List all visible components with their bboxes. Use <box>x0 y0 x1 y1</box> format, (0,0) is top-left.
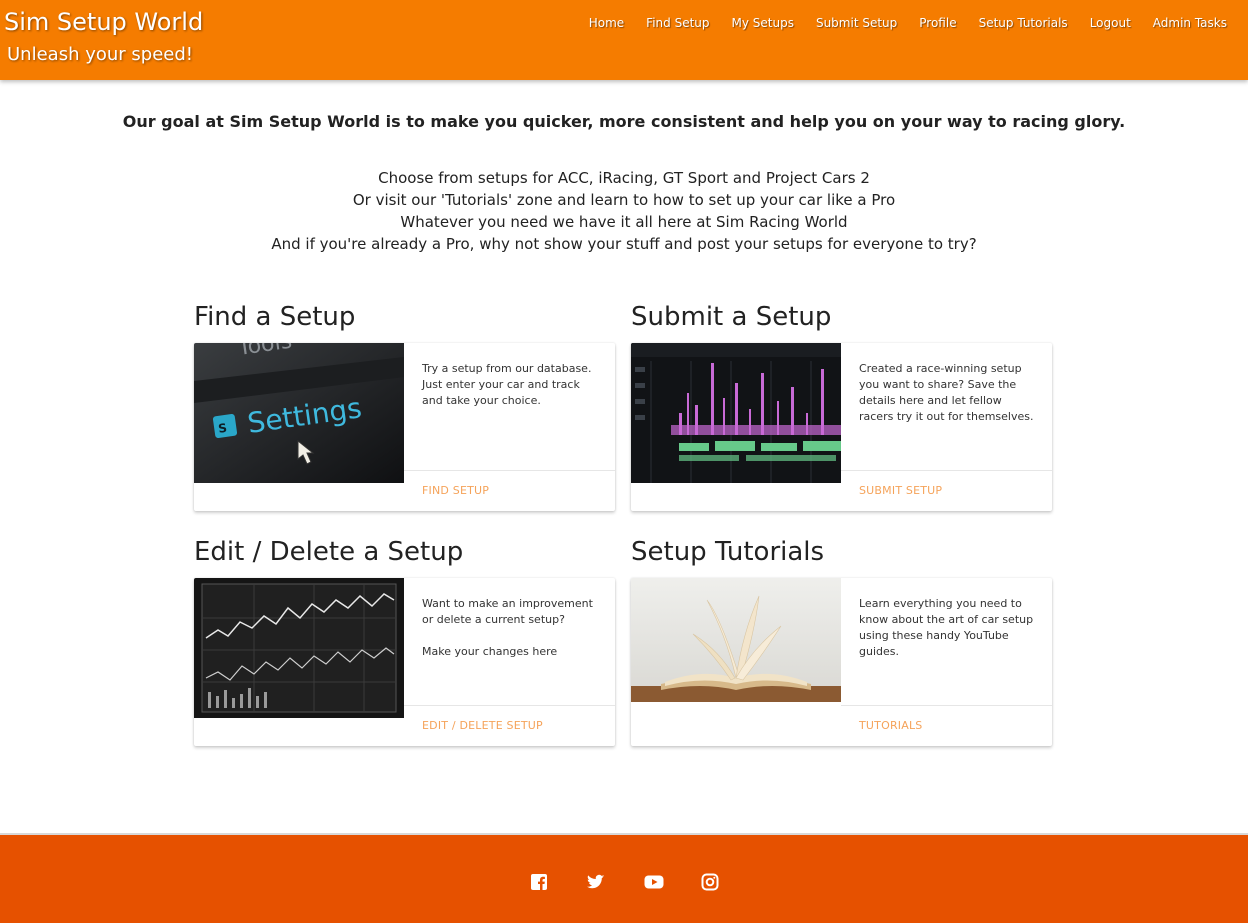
submit-setup-heading: Submit a Setup <box>631 302 832 332</box>
nav-admin-tasks[interactable]: Admin Tasks <box>1142 16 1238 30</box>
edit-delete-setup-link[interactable]: Edit / Delete Setup <box>422 719 543 732</box>
nav-profile[interactable]: Profile <box>908 16 967 30</box>
edit-delete-setup-card: Want to make an improvement or delete a … <box>194 578 615 746</box>
nav-submit-setup[interactable]: Submit Setup <box>805 16 908 30</box>
submit-setup-link[interactable]: Submit Setup <box>859 484 942 497</box>
facebook-icon[interactable] <box>530 873 548 891</box>
intro-line: And if you're already a Pro, why not sho… <box>271 235 977 253</box>
main-nav: Home Find Setup My Setups Submit Setup P… <box>578 16 1238 30</box>
find-setup-heading: Find a Setup <box>194 302 356 332</box>
instagram-icon[interactable] <box>701 873 719 891</box>
setup-tutorials-heading: Setup Tutorials <box>631 537 825 567</box>
edit-delete-setup-description: Want to make an improvement or delete a … <box>422 596 602 660</box>
card-action-bar: Edit / Delete Setup <box>404 705 615 746</box>
intro-line: Or visit our 'Tutorials' zone and learn … <box>352 191 896 209</box>
submit-setup-card: Created a race-winning setup you want to… <box>631 343 1052 511</box>
card-text: Created a race-winning setup you want to… <box>859 362 1034 423</box>
site-title[interactable]: Sim Setup World <box>4 8 203 36</box>
intro-line: Choose from setups for ACC, iRacing, GT … <box>378 169 870 187</box>
nav-my-setups[interactable]: My Setups <box>721 16 805 30</box>
intro-text: Choose from setups for ACC, iRacing, GT … <box>0 167 1248 255</box>
setup-tutorials-description: Learn everything you need to know about … <box>859 596 1039 660</box>
card-action-bar: Tutorials <box>841 705 1052 746</box>
submit-setup-description: Created a race-winning setup you want to… <box>859 361 1039 425</box>
find-setup-link[interactable]: Find Setup <box>422 484 489 497</box>
nav-home[interactable]: Home <box>578 16 635 30</box>
twitter-icon[interactable] <box>586 873 605 891</box>
site-footer <box>0 833 1248 923</box>
editing-timeline-image <box>631 343 841 483</box>
card-text: Make your changes here <box>422 645 558 658</box>
card-action-bar: Submit Setup <box>841 470 1052 511</box>
card-text: Learn everything you need to know about … <box>859 597 1034 658</box>
site-header: Sim Setup World Unleash your speed! Home… <box>0 0 1248 80</box>
settings-screen-image: Tools S Settings <box>194 343 404 483</box>
youtube-icon[interactable] <box>644 873 663 891</box>
open-book-image <box>631 578 841 702</box>
card-text: Try a setup from our database. Just ente… <box>422 362 592 407</box>
nav-setup-tutorials[interactable]: Setup Tutorials <box>968 16 1079 30</box>
find-setup-card: Tools S Settings Try a setup from our da… <box>194 343 615 511</box>
card-action-bar: Find Setup <box>404 470 615 511</box>
intro-lead: Our goal at Sim Setup World is to make y… <box>122 112 1126 131</box>
edit-delete-setup-heading: Edit / Delete a Setup <box>194 537 464 567</box>
tutorials-link[interactable]: Tutorials <box>859 719 922 732</box>
nav-find-setup[interactable]: Find Setup <box>635 16 720 30</box>
site-tagline: Unleash your speed! <box>7 44 193 65</box>
nav-logout[interactable]: Logout <box>1079 16 1142 30</box>
card-text: Want to make an improvement or delete a … <box>422 597 593 626</box>
setup-tutorials-card: Learn everything you need to know about … <box>631 578 1052 746</box>
intro-line: Whatever you need we have it all here at… <box>400 213 848 231</box>
social-links <box>0 873 1248 891</box>
find-setup-description: Try a setup from our database. Just ente… <box>422 361 602 409</box>
stock-chart-screen-image <box>194 578 404 718</box>
